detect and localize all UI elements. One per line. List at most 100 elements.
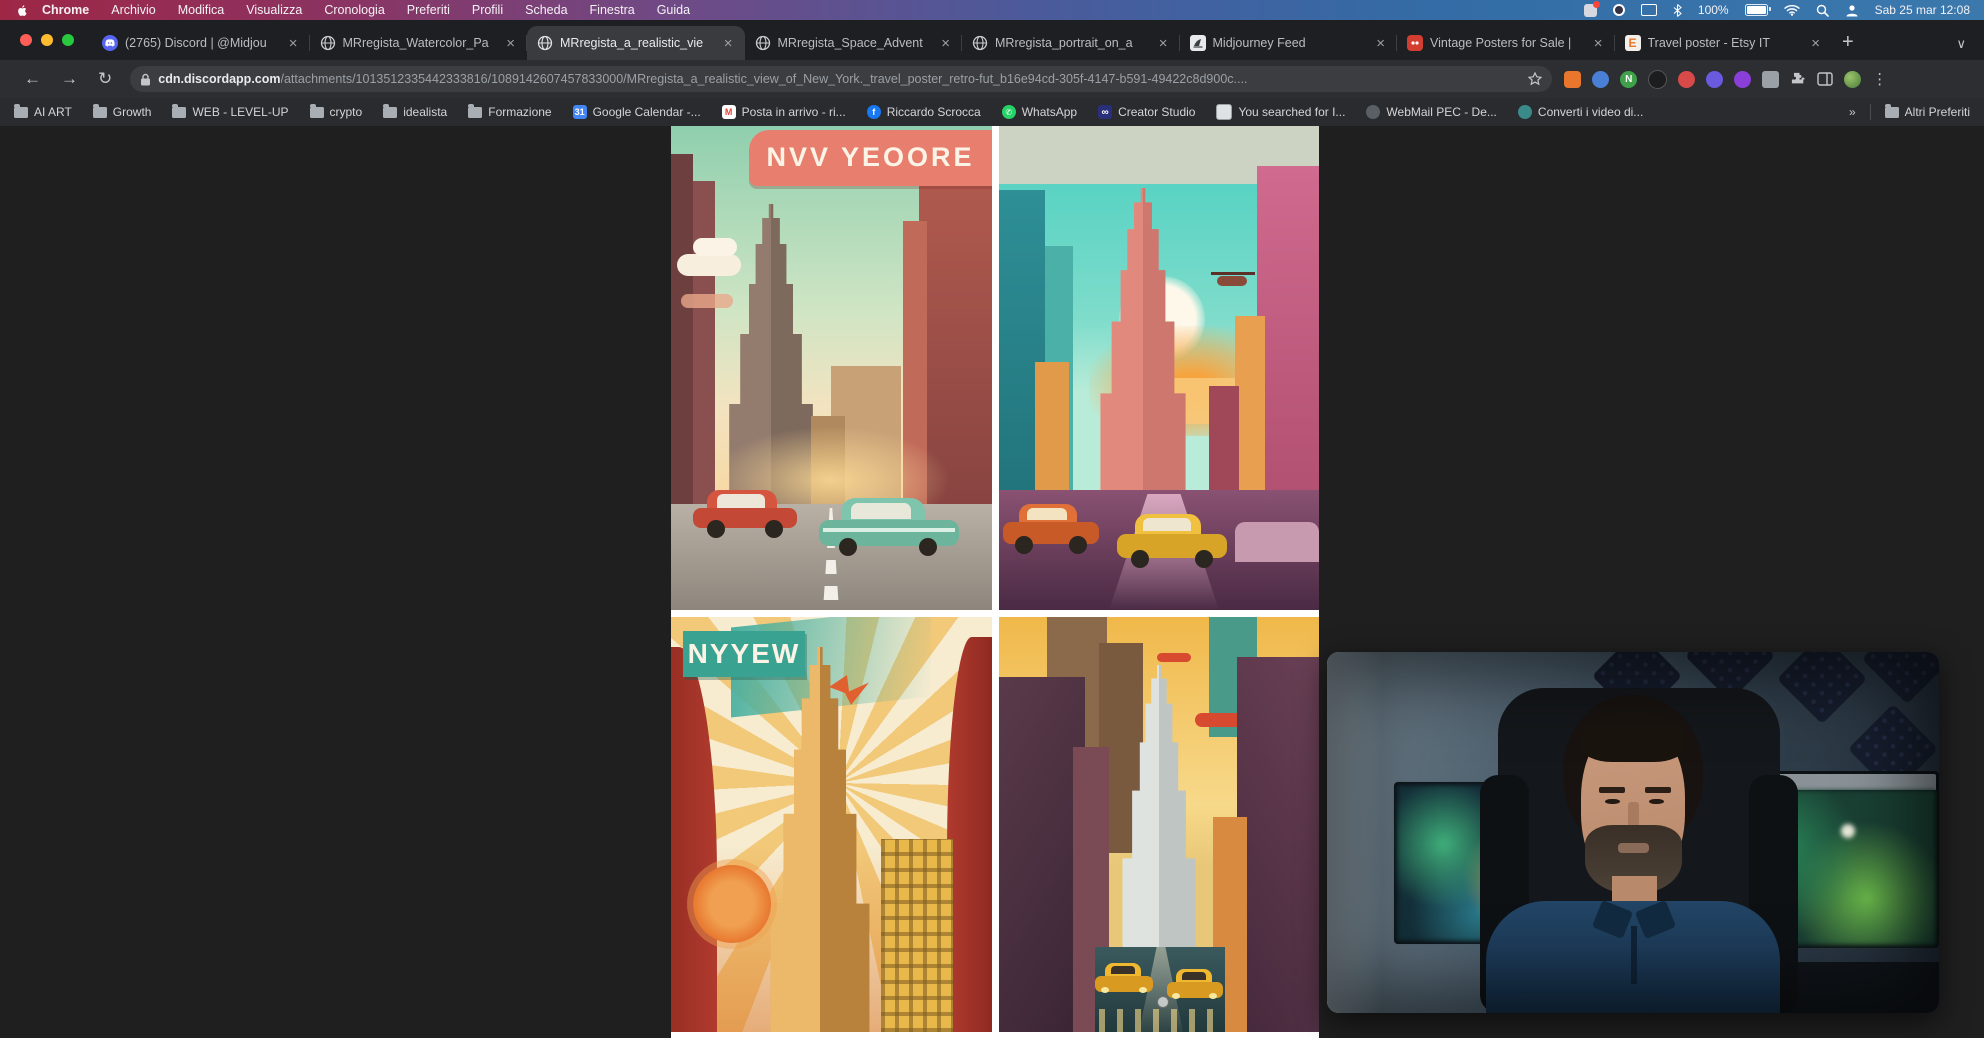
menu-visualizza[interactable]: Visualizza <box>235 3 313 17</box>
other-bookmarks-folder[interactable]: Altri Preferiti <box>1885 105 1970 119</box>
apple-logo-icon[interactable] <box>16 4 29 17</box>
bookmark-folder-growth[interactable]: Growth <box>93 105 152 119</box>
tabs-container: (2765) Discord | @Midjou × MRregista_Wat… <box>92 20 1832 60</box>
bookmarks-overflow-chevron[interactable]: » <box>1849 105 1856 119</box>
bookmark-facebook-profile[interactable]: fRiccardo Scrocca <box>867 105 981 119</box>
bookmark-video-converter[interactable]: Converti i video di... <box>1518 105 1643 119</box>
address-bar[interactable]: cdn.discordapp.com /attachments/10135123… <box>130 66 1552 92</box>
art-car-wheel <box>1131 550 1149 568</box>
webcam-overlay <box>1327 652 1939 1013</box>
poster-title: NYYEW <box>683 638 805 670</box>
menu-modifica[interactable]: Modifica <box>167 3 236 17</box>
chrome-menu-icon[interactable]: ⋮ <box>1872 70 1887 88</box>
midjourney-image-grid[interactable]: NVV YEOORE <box>671 126 1319 1038</box>
menu-cronologia[interactable]: Cronologia <box>313 3 395 17</box>
poster-bottom-left: NYYEW <box>671 617 992 1032</box>
whatsapp-icon: ✆ <box>1002 105 1016 119</box>
menu-chrome[interactable]: Chrome <box>31 3 100 17</box>
art-car-window <box>1027 508 1067 520</box>
tab-close-icon[interactable]: × <box>287 35 300 52</box>
side-panel-icon[interactable] <box>1817 72 1833 86</box>
menu-archivio[interactable]: Archivio <box>100 3 166 17</box>
art-car-wheel <box>1069 536 1087 554</box>
tab-close-icon[interactable]: × <box>939 35 952 52</box>
menubar-clock[interactable]: Sab 25 mar 12:08 <box>1875 3 1970 17</box>
menu-guida[interactable]: Guida <box>646 3 701 17</box>
art-headlight <box>1139 987 1147 993</box>
minimize-window-button[interactable] <box>41 34 53 46</box>
back-button[interactable]: ← <box>14 69 51 89</box>
bookmark-label: Creator Studio <box>1118 105 1195 119</box>
bookmark-folder-ai-art[interactable]: AI ART <box>14 105 72 119</box>
tab-close-icon[interactable]: × <box>1592 35 1605 52</box>
folder-icon <box>1885 107 1899 118</box>
menu-preferiti[interactable]: Preferiti <box>396 3 461 17</box>
bookmark-folder-idealista[interactable]: idealista <box>383 105 447 119</box>
grid-extension-icon[interactable] <box>1762 71 1779 88</box>
menu-profili[interactable]: Profili <box>461 3 514 17</box>
art-helicopter-rotor <box>1211 272 1255 275</box>
red-extension-icon[interactable] <box>1678 71 1695 88</box>
bookmark-label: WEB - LEVEL-UP <box>192 105 288 119</box>
bookmark-creator-studio[interactable]: ∞Creator Studio <box>1098 105 1195 119</box>
tab-search-chevron-icon[interactable]: ∨ <box>1956 36 1984 60</box>
art-orange-car <box>1003 504 1099 550</box>
indigo-extension-icon[interactable] <box>1706 71 1723 88</box>
bookmark-star-icon[interactable] <box>1528 72 1542 86</box>
tab-etsy[interactable]: E Travel poster - Etsy IT × <box>1615 26 1833 60</box>
tab-portrait[interactable]: MRregista_portrait_on_a × <box>962 26 1180 60</box>
bookmark-whatsapp[interactable]: ✆WhatsApp <box>1002 105 1077 119</box>
status-circle-icon[interactable] <box>1613 4 1625 16</box>
display-icon[interactable] <box>1641 4 1657 16</box>
tab-discord[interactable]: (2765) Discord | @Midjou × <box>92 26 310 60</box>
menu-scheda[interactable]: Scheda <box>514 3 578 17</box>
close-window-button[interactable] <box>20 34 32 46</box>
extensions-puzzle-icon[interactable] <box>1790 71 1806 87</box>
tab-midjourney-feed[interactable]: Midjourney Feed × <box>1180 26 1398 60</box>
tab-close-icon[interactable]: × <box>1809 35 1822 52</box>
art-car-window <box>1143 518 1191 531</box>
blue-extension-icon[interactable] <box>1592 71 1609 88</box>
bookmark-gmail[interactable]: MPosta in arrivo - ri... <box>722 105 846 119</box>
forward-button[interactable]: → <box>51 69 88 89</box>
bookmark-google-calendar[interactable]: 31Google Calendar -... <box>573 105 701 119</box>
new-tab-button[interactable]: + <box>1832 31 1868 60</box>
metamask-extension-icon[interactable] <box>1564 71 1581 88</box>
zoom-window-button[interactable] <box>62 34 74 46</box>
bookmark-folder-web-level-up[interactable]: WEB - LEVEL-UP <box>172 105 288 119</box>
bluetooth-icon[interactable] <box>1673 4 1682 17</box>
tab-vintage-posters[interactable]: Vintage Posters for Sale | × <box>1397 26 1615 60</box>
wifi-icon[interactable] <box>1784 4 1800 16</box>
dark-extension-icon[interactable] <box>1648 70 1667 89</box>
bookmark-folder-crypto[interactable]: crypto <box>310 105 363 119</box>
art-car-wheel <box>765 520 783 538</box>
tab-close-icon[interactable]: × <box>504 35 517 52</box>
tab-close-icon[interactable]: × <box>1157 35 1170 52</box>
tab-close-icon[interactable]: × <box>1374 35 1387 52</box>
art-headlight <box>1172 993 1180 999</box>
tab-space-adventure[interactable]: MRregista_Space_Advent × <box>745 26 963 60</box>
art-right-drape <box>947 637 992 1032</box>
art-helicopter <box>1217 276 1247 286</box>
person-eye-left <box>1605 799 1620 805</box>
user-switch-icon[interactable] <box>1845 4 1859 17</box>
tab-watercolor[interactable]: MRregista_Watercolor_Pa × <box>310 26 528 60</box>
spotlight-search-icon[interactable] <box>1816 4 1829 17</box>
bookmark-label: Converti i video di... <box>1538 105 1643 119</box>
tab-realistic-view-active[interactable]: MRregista_a_realistic_vie × <box>527 26 745 60</box>
bookmark-webmail-pec[interactable]: WebMail PEC - De... <box>1366 105 1496 119</box>
macos-menu-bar: Chrome Archivio Modifica Visualizza Cron… <box>0 0 1984 20</box>
art-car-chrome <box>823 528 955 532</box>
menu-finestra[interactable]: Finestra <box>579 3 646 17</box>
bookmark-you-searched[interactable]: You searched for I... <box>1216 104 1345 120</box>
notification-app-icon[interactable] <box>1584 4 1597 17</box>
gmail-icon: M <box>722 105 736 119</box>
tab-close-icon[interactable]: × <box>722 35 735 52</box>
purple-extension-icon[interactable] <box>1734 71 1751 88</box>
bookmark-folder-formazione[interactable]: Formazione <box>468 105 551 119</box>
chrome-toolbar: ← → ↻ cdn.discordapp.com /attachments/10… <box>0 60 1984 98</box>
art-third-car <box>1235 522 1319 562</box>
reload-button[interactable]: ↻ <box>88 69 122 89</box>
n-extension-icon[interactable]: N <box>1620 71 1637 88</box>
profile-avatar[interactable] <box>1844 71 1861 88</box>
